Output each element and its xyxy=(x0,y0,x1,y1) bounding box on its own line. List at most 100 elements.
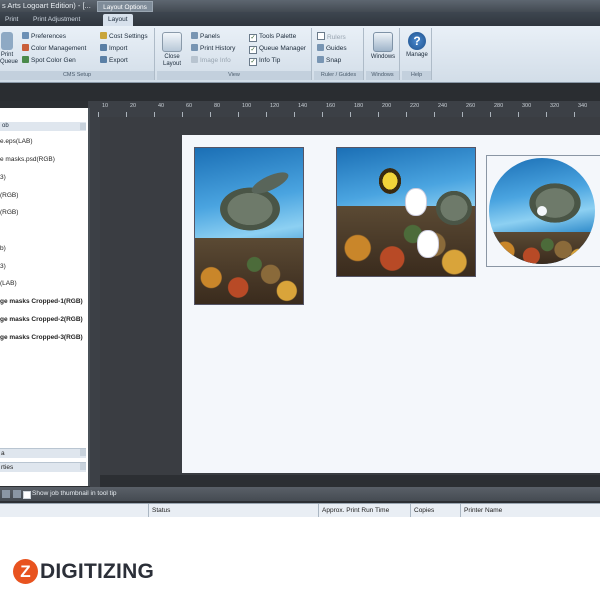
rulers-checkbox[interactable] xyxy=(317,32,325,40)
outlet-cutout-top xyxy=(405,188,427,216)
column-printer-name[interactable]: Printer Name xyxy=(460,504,600,517)
cd-hole xyxy=(537,206,547,216)
ruler-label: 180 xyxy=(354,103,364,109)
window-title: s Arts Logoart Edition) - [... xyxy=(2,1,91,10)
properties-section-header[interactable]: rties xyxy=(0,462,86,472)
ruler-label: 10 xyxy=(102,103,109,109)
tab-print[interactable]: Print xyxy=(0,14,23,26)
import-button[interactable]: Import xyxy=(100,44,127,54)
close-layout-button[interactable]: Close Layout xyxy=(159,32,185,68)
job-list-item[interactable]: (LAB) xyxy=(0,280,17,287)
selection-box[interactable] xyxy=(486,155,600,267)
ruler-label: 320 xyxy=(550,103,560,109)
job-list-item[interactable]: e.eps(LAB) xyxy=(0,138,33,145)
color-management-label: Color Management xyxy=(31,45,87,52)
group-label-ruler: Ruler / Guides xyxy=(314,71,363,80)
group-label-windows: Windows xyxy=(366,71,399,80)
queue-toolbar-icon[interactable] xyxy=(13,490,21,498)
guides-dropdown[interactable]: Guides xyxy=(317,44,347,54)
panels-icon xyxy=(191,32,198,39)
print-queue-button[interactable]: Print Queue xyxy=(0,32,18,66)
group-label-help: Help xyxy=(402,71,431,80)
logo-wordmark: DIGITIZING xyxy=(40,560,154,583)
chevron-down-icon[interactable] xyxy=(80,463,86,470)
tools-palette-label: Tools Palette xyxy=(259,33,297,40)
manage-button[interactable]: ? Manage xyxy=(403,32,431,59)
queue-manager-label: Queue Manager xyxy=(259,45,306,52)
column-copies[interactable]: Copies xyxy=(410,504,460,517)
spot-color-gen-label: Spot Color Gen xyxy=(31,57,76,64)
job-list-item[interactable]: (RGB) xyxy=(0,192,18,199)
scroll-arrow-icon[interactable] xyxy=(80,123,86,130)
ribbon-group-windows: Windows Windows xyxy=(366,28,400,80)
cost-settings-label: Cost Settings xyxy=(109,33,148,40)
job-list-item[interactable]: e masks.psd(RGB) xyxy=(0,156,55,163)
print-history-button[interactable]: Print History xyxy=(191,44,235,54)
export-icon xyxy=(100,56,107,63)
queue-manager-checkbox[interactable]: ✓ xyxy=(249,46,257,54)
info-tip-toggle[interactable]: ✓ Info Tip xyxy=(249,56,280,66)
guides-label: Guides xyxy=(326,45,347,52)
panels-button[interactable]: Panels xyxy=(191,32,220,42)
windows-button[interactable]: Windows xyxy=(368,32,398,61)
panels-label: Panels xyxy=(200,33,220,40)
ruler-label: 340 xyxy=(578,103,588,109)
import-label: Import xyxy=(109,45,128,52)
job-list-header[interactable]: ob xyxy=(0,122,86,131)
column-status[interactable]: Status xyxy=(148,504,318,517)
ruler-label: 220 xyxy=(410,103,420,109)
contextual-tab-layout-options[interactable]: Layout Options xyxy=(97,1,153,12)
info-tip-checkbox[interactable]: ✓ xyxy=(249,58,257,66)
turtle-image-cropped-3[interactable] xyxy=(489,158,595,264)
print-queue-label: Print Queue xyxy=(0,52,19,65)
turtle-image-cropped-1[interactable] xyxy=(194,147,304,305)
spot-color-gen-button[interactable]: Spot Color Gen xyxy=(22,56,76,66)
ruler-label: 260 xyxy=(466,103,476,109)
horizontal-ruler[interactable]: 10 20 40 60 80 100 120 140 160 180 200 2… xyxy=(88,101,600,118)
preferences-button[interactable]: Preferences xyxy=(22,32,66,42)
snap-label: Snap xyxy=(326,57,342,64)
tab-layout[interactable]: Layout xyxy=(103,14,133,26)
panel-section-header[interactable]: a xyxy=(0,448,86,458)
image-info-button[interactable]: Image Info xyxy=(191,56,231,66)
job-list-item[interactable]: 3) xyxy=(0,263,6,270)
queue-manager-toggle[interactable]: ✓ Queue Manager xyxy=(249,44,306,54)
export-label: Export xyxy=(109,57,128,64)
help-question-icon: ? xyxy=(408,32,426,50)
thumbnail-tooltip-checkbox[interactable] xyxy=(23,491,31,499)
panel-section-label: a xyxy=(1,450,5,457)
job-list-item[interactable]: b) xyxy=(0,245,6,252)
ruler-label: 60 xyxy=(186,103,193,109)
info-tip-label: Info Tip xyxy=(259,57,281,64)
job-list-item[interactable]: ge masks Cropped-3(RGB) xyxy=(0,334,83,341)
media-page[interactable] xyxy=(182,135,600,473)
color-management-icon xyxy=(22,44,29,51)
snap-dropdown[interactable]: Snap xyxy=(317,56,341,66)
queue-toolbar-icon[interactable] xyxy=(2,490,10,498)
cost-settings-button[interactable]: Cost Settings xyxy=(100,32,148,42)
turtle-image-cropped-2[interactable] xyxy=(336,147,476,277)
snap-icon xyxy=(317,56,324,63)
print-history-label: Print History xyxy=(200,45,236,52)
job-list-item[interactable]: ge masks Cropped-1(RGB) xyxy=(0,298,83,305)
spot-color-icon xyxy=(22,56,29,63)
queue-column-headers: Status Approx. Print Run Time Copies Pri… xyxy=(0,503,600,518)
rulers-toggle[interactable]: Rulers xyxy=(317,32,346,42)
tab-print-adjustment[interactable]: Print Adjustment xyxy=(28,14,85,26)
chevron-down-icon[interactable] xyxy=(80,449,86,456)
column-print-run-time[interactable]: Approx. Print Run Time xyxy=(318,504,410,517)
vertical-ruler[interactable] xyxy=(90,117,100,487)
title-bar: s Arts Logoart Edition) - [... Layout Op… xyxy=(0,0,600,12)
job-list-item[interactable]: 3) xyxy=(0,174,6,181)
ribbon-tab-strip: Print Print Adjustment Layout xyxy=(0,12,600,26)
ribbon-group-setup: Print Queue Preferences Color Management… xyxy=(0,28,155,80)
export-button[interactable]: Export xyxy=(100,56,128,66)
properties-section-label: rties xyxy=(1,464,14,471)
group-label-view: View xyxy=(157,71,311,80)
tools-palette-toggle[interactable]: ✓ Tools Palette xyxy=(249,32,296,42)
job-list-item[interactable]: ge masks Cropped-2(RGB) xyxy=(0,316,83,323)
tools-palette-checkbox[interactable]: ✓ xyxy=(249,34,257,42)
coral-reef xyxy=(489,232,595,264)
job-list-item[interactable]: (RGB) xyxy=(0,209,18,216)
color-management-button[interactable]: Color Management xyxy=(22,44,86,54)
